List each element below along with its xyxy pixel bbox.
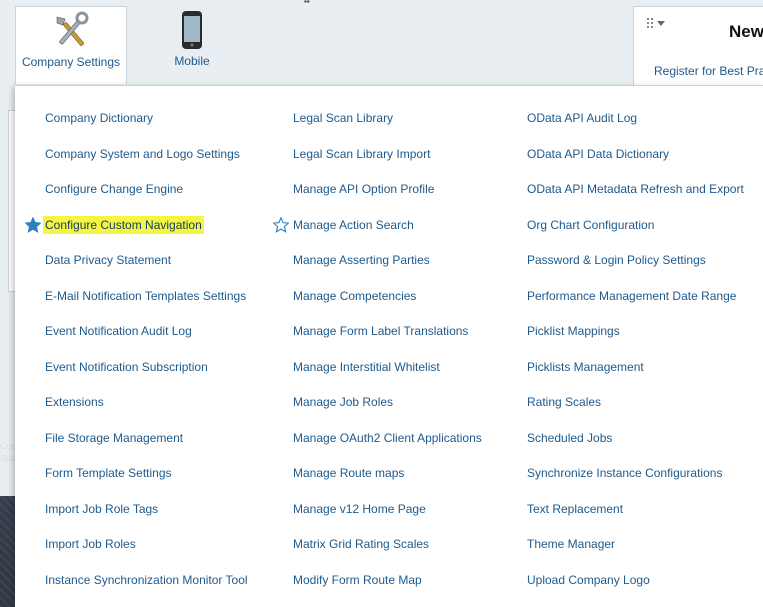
menu-item-org-chart-configuration[interactable]: Org Chart Configuration — [527, 216, 654, 234]
menu-item-picklists-management[interactable]: Picklists Management — [527, 358, 644, 376]
menu-item-file-storage-management[interactable]: File Storage Management — [45, 429, 183, 447]
menu-item-company-system-and-logo-settings[interactable]: Company System and Logo Settings — [45, 145, 240, 163]
favorite-star-filled-icon[interactable] — [25, 216, 41, 233]
company-settings-menu: Company Dictionary Company System and Log… — [15, 85, 763, 607]
menu-item-password-login-policy-settings[interactable]: Password & Login Policy Settings — [527, 251, 706, 269]
menu-item-modify-form-route-map[interactable]: Modify Form Route Map — [293, 571, 422, 589]
menu-item-data-privacy-statement[interactable]: Data Privacy Statement — [45, 251, 171, 269]
menu-item-configure-change-engine[interactable]: Configure Change Engine — [45, 180, 183, 198]
menu-item-scheduled-jobs[interactable]: Scheduled Jobs — [527, 429, 612, 447]
menu-item-manage-route-maps[interactable]: Manage Route maps — [293, 464, 404, 482]
menu-item-performance-management-date-range[interactable]: Performance Management Date Range — [527, 287, 736, 305]
menu-item-text-replacement[interactable]: Text Replacement — [527, 500, 623, 518]
menu-item-company-dictionary[interactable]: Company Dictionary — [45, 109, 153, 127]
menu-item-import-job-role-tags[interactable]: Import Job Role Tags — [45, 500, 158, 518]
footer-text: Cop Suc — [0, 440, 15, 464]
side-card-link[interactable]: Register for Best Pra — [654, 64, 763, 78]
menu-item-e-mail-notification-templates-settings[interactable]: E-Mail Notification Templates Settings — [45, 287, 246, 305]
menu-item-import-job-roles[interactable]: Import Job Roles — [45, 535, 136, 553]
menu-item-manage-form-label-translations[interactable]: Manage Form Label Translations — [293, 322, 468, 340]
menu-item-manage-interstitial-whitelist[interactable]: Manage Interstitial Whitelist — [293, 358, 440, 376]
menu-item-manage-oauth2-client-applications[interactable]: Manage OAuth2 Client Applications — [293, 429, 482, 447]
menu-item-form-template-settings[interactable]: Form Template Settings — [45, 464, 172, 482]
menu-item-odata-api-data-dictionary[interactable]: OData API Data Dictionary — [527, 145, 669, 163]
menu-item-legal-scan-library[interactable]: Legal Scan Library — [293, 109, 393, 127]
menu-item-picklist-mappings[interactable]: Picklist Mappings — [527, 322, 620, 340]
menu-item-instance-synchronization-monitor-tool[interactable]: Instance Synchronization Monitor Tool — [45, 571, 248, 589]
menu-item-manage-api-option-profile[interactable]: Manage API Option Profile — [293, 180, 434, 198]
menu-item-manage-competencies[interactable]: Manage Competencies — [293, 287, 416, 305]
company-settings-tile[interactable]: Company Settings — [15, 6, 127, 84]
partial-icon: ▪▪ — [304, 0, 324, 3]
menu-item-manage-action-search[interactable]: Manage Action Search — [293, 216, 414, 234]
menu-item-event-notification-audit-log[interactable]: Event Notification Audit Log — [45, 322, 192, 340]
menu-item-matrix-grid-rating-scales[interactable]: Matrix Grid Rating Scales — [293, 535, 429, 553]
mobile-tile[interactable]: Mobile — [136, 6, 248, 84]
menu-item-rating-scales[interactable]: Rating Scales — [527, 393, 601, 411]
menu-item-manage-v12-home-page[interactable]: Manage v12 Home Page — [293, 500, 426, 518]
menu-item-manage-asserting-parties[interactable]: Manage Asserting Parties — [293, 251, 430, 269]
menu-item-manage-job-roles[interactable]: Manage Job Roles — [293, 393, 393, 411]
menu-item-legal-scan-library-import[interactable]: Legal Scan Library Import — [293, 145, 430, 163]
menu-item-upload-company-logo[interactable]: Upload Company Logo — [527, 571, 650, 589]
favorite-star-outline-icon[interactable] — [273, 216, 289, 233]
tools-icon — [56, 11, 89, 46]
menu-item-odata-api-metadata-refresh-and-export[interactable]: OData API Metadata Refresh and Export — [527, 180, 744, 198]
side-card-title: New — [729, 22, 763, 41]
grip-menu-icon[interactable] — [646, 17, 668, 31]
menu-item-configure-custom-navigation[interactable]: Configure Custom Navigation — [43, 215, 204, 234]
mobile-phone-icon — [182, 11, 202, 49]
menu-item-odata-api-audit-log[interactable]: OData API Audit Log — [527, 109, 637, 127]
side-card: New Register for Best Pra — [633, 6, 763, 88]
footer-line-1: Cop — [0, 441, 15, 451]
footer-line-2: Suc — [0, 453, 15, 463]
menu-item-theme-manager[interactable]: Theme Manager — [527, 535, 615, 553]
menu-item-synchronize-instance-configurations[interactable]: Synchronize Instance Configurations — [527, 464, 722, 482]
menu-item-event-notification-subscription[interactable]: Event Notification Subscription — [45, 358, 208, 376]
menu-item-extensions[interactable]: Extensions — [45, 393, 104, 411]
mobile-label: Mobile — [174, 54, 210, 68]
company-settings-label: Company Settings — [21, 55, 121, 69]
admin-tools-header: ▪▪ Company Settings Mobile New Register — [0, 0, 763, 88]
